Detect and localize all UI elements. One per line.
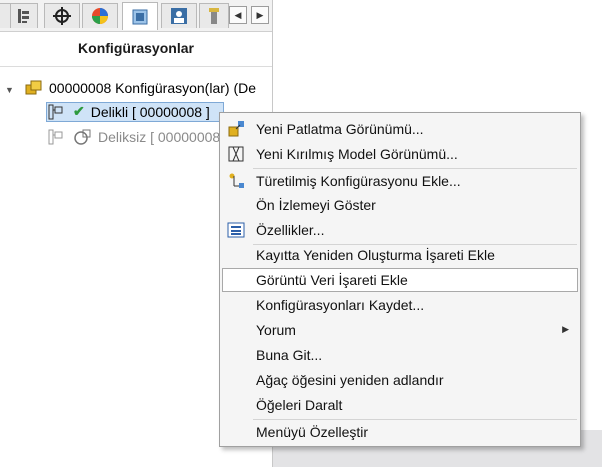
config-branch-icon (48, 129, 63, 145)
tab-display-manager[interactable] (161, 3, 197, 28)
derived-config-icon (227, 172, 245, 190)
tree-item-label: Deliksiz [ 00000008 (98, 129, 221, 145)
menu-item-customize-menu[interactable]: Menüyü Özelleştir (221, 420, 579, 444)
tab-appearance[interactable] (82, 3, 118, 28)
tree-item-deliksiz[interactable]: Deliksiz [ 00000008 (48, 128, 220, 146)
menu-item-add-derived-config[interactable]: Türetilmiş Konfigürasyonu Ekle... (221, 169, 579, 193)
suppressed-config-icon (74, 129, 91, 145)
break-view-icon (227, 145, 245, 163)
menu-item-add-rebuild-mark[interactable]: Kayıtta Yeniden Oluşturma İşareti Ekle (221, 243, 579, 267)
title-divider (0, 66, 272, 67)
explode-view-icon (227, 120, 245, 138)
menu-item-new-break-view[interactable]: Yeni Kırılmış Model Görünümü... (221, 142, 579, 166)
chevron-right-icon: ▶ (256, 9, 264, 20)
tab-more[interactable] (199, 3, 229, 28)
tree-root-configurations[interactable]: 00000008 Konfigürasyon(lar) (De (24, 79, 256, 97)
submenu-arrow-icon: ▶ (562, 324, 569, 334)
checkmark-icon: ✔ (73, 103, 85, 119)
menu-item-comment[interactable]: Yorum ▶ (221, 318, 579, 342)
tab-scroll-left-button[interactable]: ◀ (229, 6, 247, 24)
tree-item-label: Delikli [ 00000008 ] (90, 103, 210, 120)
properties-icon (227, 221, 245, 239)
dimxpert-icon (53, 7, 71, 25)
menu-item-show-preview[interactable]: Ön İzlemeyi Göster (221, 193, 579, 217)
property-manager-icon (18, 9, 29, 23)
menu-item-collapse-items[interactable]: Öğeleri Daralt (221, 393, 579, 417)
menu-item-go-to[interactable]: Buna Git... (221, 343, 579, 367)
appearance-icon (92, 8, 108, 24)
menu-item-new-exploded-view[interactable]: Yeni Patlatma Görünümü... (221, 117, 579, 141)
menu-item-rename-tree-item[interactable]: Ağaç öğesini yeniden adlandır (221, 368, 579, 392)
configuration-manager-icon (132, 9, 148, 24)
display-manager-icon (171, 8, 187, 24)
menu-item-properties[interactable]: Özellikler... (221, 218, 579, 242)
menu-item-save-configurations[interactable]: Konfigürasyonları Kaydet... (221, 293, 579, 317)
tree-item-delikli[interactable]: ✔ Delikli [ 00000008 ] (48, 103, 210, 120)
more-tab-icon (209, 8, 219, 24)
config-branch-icon (48, 104, 63, 119)
panel-title: Konfigürasyonlar (78, 40, 194, 56)
tab-configuration-manager[interactable] (122, 2, 158, 30)
tab-dimxpert[interactable] (44, 3, 80, 28)
manager-tab-bar: ◀ ▶ (0, 0, 272, 32)
collapse-triangle-icon[interactable]: ▼ (5, 85, 14, 95)
tab-scroll-right-button[interactable]: ▶ (251, 6, 269, 24)
context-menu: Yeni Patlatma Görünümü... Yeni Kırılmış … (219, 112, 581, 447)
tree-root-label: 00000008 Konfigürasyon(lar) (De (49, 80, 257, 96)
chevron-left-icon: ◀ (234, 9, 242, 20)
tab-property-manager[interactable] (10, 3, 38, 28)
menu-item-add-display-data-mark[interactable]: Görüntü Veri İşareti Ekle (222, 268, 578, 292)
configuration-folder-icon (25, 80, 42, 95)
